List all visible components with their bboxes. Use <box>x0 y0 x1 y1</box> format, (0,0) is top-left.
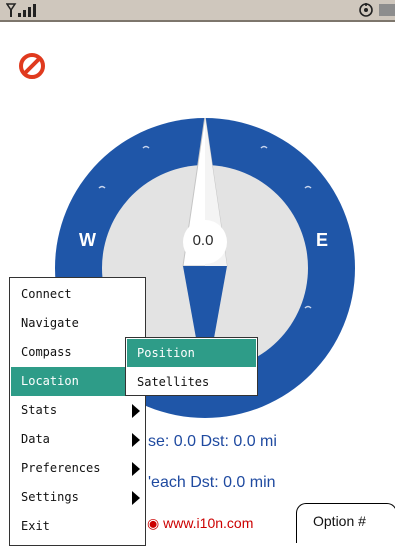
compass-west-label: W <box>79 230 96 250</box>
status-bar <box>0 0 395 22</box>
reach-time-readout: 'each Dst: 0.0 min <box>148 474 276 491</box>
option-tab[interactable]: Option # <box>296 503 395 543</box>
heading-value: 0.0 <box>192 232 214 249</box>
menu-item-label: Navigate <box>21 316 79 330</box>
menu-item-label: Exit <box>21 519 50 533</box>
submenu-arrow-icon <box>132 462 140 476</box>
compass-east-label: E <box>316 230 329 250</box>
menu-item-label: Location <box>21 374 79 388</box>
submenu-arrow-icon <box>132 491 140 505</box>
submenu-item-label: Position <box>137 346 195 360</box>
sync-icon <box>359 3 373 17</box>
menu-item-label: Stats <box>21 403 58 417</box>
submenu-arrow-icon <box>132 433 140 447</box>
no-entry-icon[interactable] <box>18 52 46 80</box>
submenu-item-position[interactable]: Position <box>127 339 256 367</box>
battery-icon <box>379 4 395 16</box>
signal-strength-icon <box>6 3 36 17</box>
menu-item-label: Settings <box>21 490 79 504</box>
menu-item-data[interactable]: Data <box>11 425 144 454</box>
popup-menu: Connect Navigate Compass Location Stats … <box>9 277 146 546</box>
menu-item-label: Preferences <box>21 461 101 475</box>
option-tab-label: Option # <box>313 513 366 529</box>
menu-item-label: Data <box>21 432 50 446</box>
location-submenu: Position Satellites <box>125 337 258 396</box>
submenu-arrow-icon <box>132 404 140 418</box>
website-link[interactable]: ◉ www.i10n.com <box>147 515 253 532</box>
speed-distance-readout: se: 0.0 Dst: 0.0 mi <box>148 433 277 450</box>
submenu-item-satellites[interactable]: Satellites <box>127 368 256 396</box>
menu-item-preferences[interactable]: Preferences <box>11 454 144 483</box>
menu-item-settings[interactable]: Settings <box>11 483 144 512</box>
menu-item-navigate[interactable]: Navigate <box>11 309 144 338</box>
menu-item-connect[interactable]: Connect <box>11 280 144 309</box>
website-url: www.i10n.com <box>163 515 254 531</box>
menu-item-label: Compass <box>21 345 72 359</box>
submenu-item-label: Satellites <box>137 375 210 389</box>
menu-item-stats[interactable]: Stats <box>11 396 144 425</box>
menu-item-exit[interactable]: Exit <box>11 512 144 541</box>
menu-item-label: Connect <box>21 287 72 301</box>
globe-icon: ◉ <box>147 515 164 531</box>
